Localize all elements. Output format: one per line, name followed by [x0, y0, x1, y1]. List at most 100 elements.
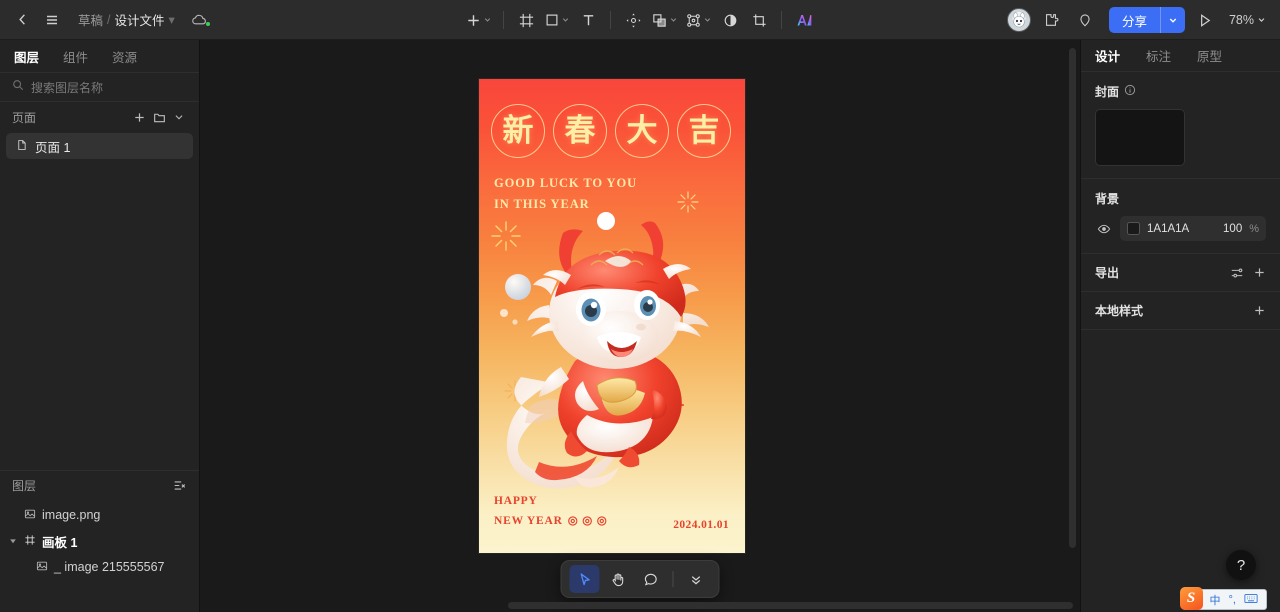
- glyph-circle-row: 新 春 大 吉: [491, 104, 731, 158]
- artboard-preview[interactable]: 新 春 大 吉 GOOD LUCK TO YOU IN THIS YEAR HA…: [479, 79, 745, 553]
- breadcrumb-current[interactable]: 设计文件: [115, 10, 165, 29]
- background-color-input-group[interactable]: 1A1A1A 100 %: [1120, 216, 1266, 241]
- floating-toolbar: [560, 560, 720, 598]
- poster-bottom-text: HAPPY NEW YEAR ◎ ◎ ◎: [494, 491, 608, 531]
- english-line-1: GOOD LUCK TO YOU: [494, 176, 638, 190]
- local-styles-section-title: 本地样式: [1095, 304, 1144, 318]
- breadcrumb[interactable]: 草稿 / 设计文件 ▾: [78, 10, 175, 29]
- export-settings-sliders-icon[interactable]: [1226, 262, 1248, 284]
- dragon-mascot-illustration: [500, 212, 709, 489]
- add-tool[interactable]: [462, 6, 495, 34]
- keyboard-icon[interactable]: [1240, 593, 1262, 607]
- cover-thumbnail[interactable]: [1095, 109, 1185, 166]
- help-button[interactable]: ?: [1226, 550, 1256, 580]
- chevron-down-icon[interactable]: [561, 11, 570, 29]
- design-canvas[interactable]: 新 春 大 吉 GOOD LUCK TO YOU IN THIS YEAR HA…: [200, 40, 1080, 612]
- page-list-item[interactable]: 页面 1: [6, 133, 193, 159]
- tab-prototype[interactable]: 原型: [1197, 46, 1222, 65]
- shape-tool[interactable]: [541, 6, 573, 34]
- boolean-tool[interactable]: [648, 6, 681, 34]
- glyph-circle: 大: [615, 104, 669, 158]
- local-styles-section-header: 本地样式: [1081, 292, 1280, 330]
- ai-tool[interactable]: [790, 6, 818, 34]
- plugin-puzzle-icon[interactable]: [1037, 6, 1065, 34]
- collapse-pages-chevron-down-icon[interactable]: [169, 107, 189, 127]
- layer-filter-icon[interactable]: [169, 476, 189, 496]
- zoom-control[interactable]: 78%: [1225, 7, 1270, 33]
- chevron-down-icon[interactable]: [483, 11, 492, 29]
- sync-status-dot: [205, 21, 210, 26]
- zoom-chevron-down-icon[interactable]: [1257, 13, 1266, 27]
- opacity-unit-label: %: [1249, 222, 1259, 235]
- poster-date: 2024.01.01: [673, 519, 729, 531]
- ime-logo-icon[interactable]: S: [1179, 587, 1203, 610]
- breadcrumb-root[interactable]: 草稿: [78, 10, 103, 29]
- hand-tool[interactable]: [603, 565, 633, 593]
- layer-row[interactable]: 画板 1: [0, 528, 199, 554]
- breadcrumb-chevron-icon[interactable]: ▾: [169, 12, 175, 27]
- toolbar-divider: [610, 11, 611, 29]
- opacity-value[interactable]: 100: [1223, 223, 1242, 235]
- chevron-down-icon[interactable]: [669, 11, 678, 29]
- share-dropdown-chevron-icon[interactable]: [1161, 7, 1185, 33]
- avatar[interactable]: [1006, 8, 1031, 32]
- add-export-button[interactable]: [1248, 262, 1270, 284]
- tab-design[interactable]: 设计: [1095, 46, 1120, 65]
- slice-tool[interactable]: [745, 6, 773, 34]
- pages-section-title: 页面: [12, 110, 37, 125]
- layer-row-label: _ image 215555567: [54, 560, 165, 574]
- frame-tool[interactable]: [512, 6, 540, 34]
- main-menu-button[interactable]: [38, 6, 66, 34]
- export-section-header: 导出: [1081, 254, 1280, 292]
- vertical-scrollbar[interactable]: [1069, 48, 1076, 548]
- comment-pin-icon[interactable]: [1071, 6, 1099, 34]
- search-placeholder: 搜索图层名称: [31, 80, 104, 95]
- info-icon[interactable]: [1124, 84, 1136, 99]
- tab-assets[interactable]: 资源: [112, 47, 137, 66]
- cover-section-title: 封面: [1095, 85, 1120, 99]
- top-toolbar: 草稿 / 设计文件 ▾ 分享 78%: [0, 0, 1280, 40]
- collapse-toolbar-button[interactable]: [681, 565, 711, 593]
- toolbar-divider: [503, 11, 504, 29]
- search-input[interactable]: 搜索图层名称: [0, 72, 199, 102]
- tab-annotation[interactable]: 标注: [1146, 46, 1171, 65]
- color-swatch[interactable]: [1127, 222, 1140, 235]
- layers-section-title: 图层: [12, 479, 37, 493]
- back-button[interactable]: [8, 6, 36, 34]
- select-tool[interactable]: [569, 565, 600, 593]
- left-panel: 图层 组件 资源 搜索图层名称 页面 页面 1 图层 image.png 画板 …: [0, 40, 200, 612]
- layer-list: image.png 画板 1 _ image 215555567: [0, 500, 199, 612]
- new-folder-button[interactable]: [149, 107, 169, 127]
- tab-components[interactable]: 组件: [63, 47, 88, 66]
- add-local-style-button[interactable]: [1248, 300, 1270, 322]
- tab-layers[interactable]: 图层: [14, 47, 39, 66]
- glyph-circle: 吉: [677, 104, 731, 158]
- share-button[interactable]: 分享: [1108, 7, 1185, 33]
- bottom-marks-icon: ◎ ◎ ◎: [567, 514, 608, 527]
- floating-toolbar-divider: [672, 571, 674, 587]
- add-page-button[interactable]: [129, 107, 149, 127]
- horizontal-scrollbar[interactable]: [508, 602, 1073, 609]
- expand-triangle-icon[interactable]: [8, 537, 18, 545]
- chevron-down-icon[interactable]: [703, 11, 712, 29]
- image-icon: [36, 560, 48, 575]
- cloud-sync-icon[interactable]: [189, 10, 211, 30]
- transform-tool[interactable]: [619, 6, 647, 34]
- ime-mode-toggle[interactable]: 中: [1206, 592, 1225, 608]
- layer-row[interactable]: _ image 215555567: [0, 554, 199, 580]
- zoom-level-label: 78%: [1228, 13, 1254, 27]
- layer-row-label: image.png: [42, 508, 101, 522]
- ime-punctuation-toggle[interactable]: °,: [1225, 594, 1240, 606]
- text-tool[interactable]: [574, 6, 602, 34]
- image-icon: [24, 508, 36, 523]
- page-list-item-label: 页面 1: [35, 140, 71, 155]
- eye-visible-icon[interactable]: [1095, 222, 1113, 236]
- left-panel-tabs: 图层 组件 资源: [0, 40, 199, 72]
- pen-tool[interactable]: [682, 6, 715, 34]
- mask-tool[interactable]: [716, 6, 744, 34]
- color-hex-value[interactable]: 1A1A1A: [1147, 223, 1216, 235]
- present-button[interactable]: [1191, 6, 1219, 34]
- comment-tool[interactable]: [636, 565, 666, 593]
- layer-row[interactable]: image.png: [0, 502, 199, 528]
- layers-section-header: 图层: [0, 470, 199, 500]
